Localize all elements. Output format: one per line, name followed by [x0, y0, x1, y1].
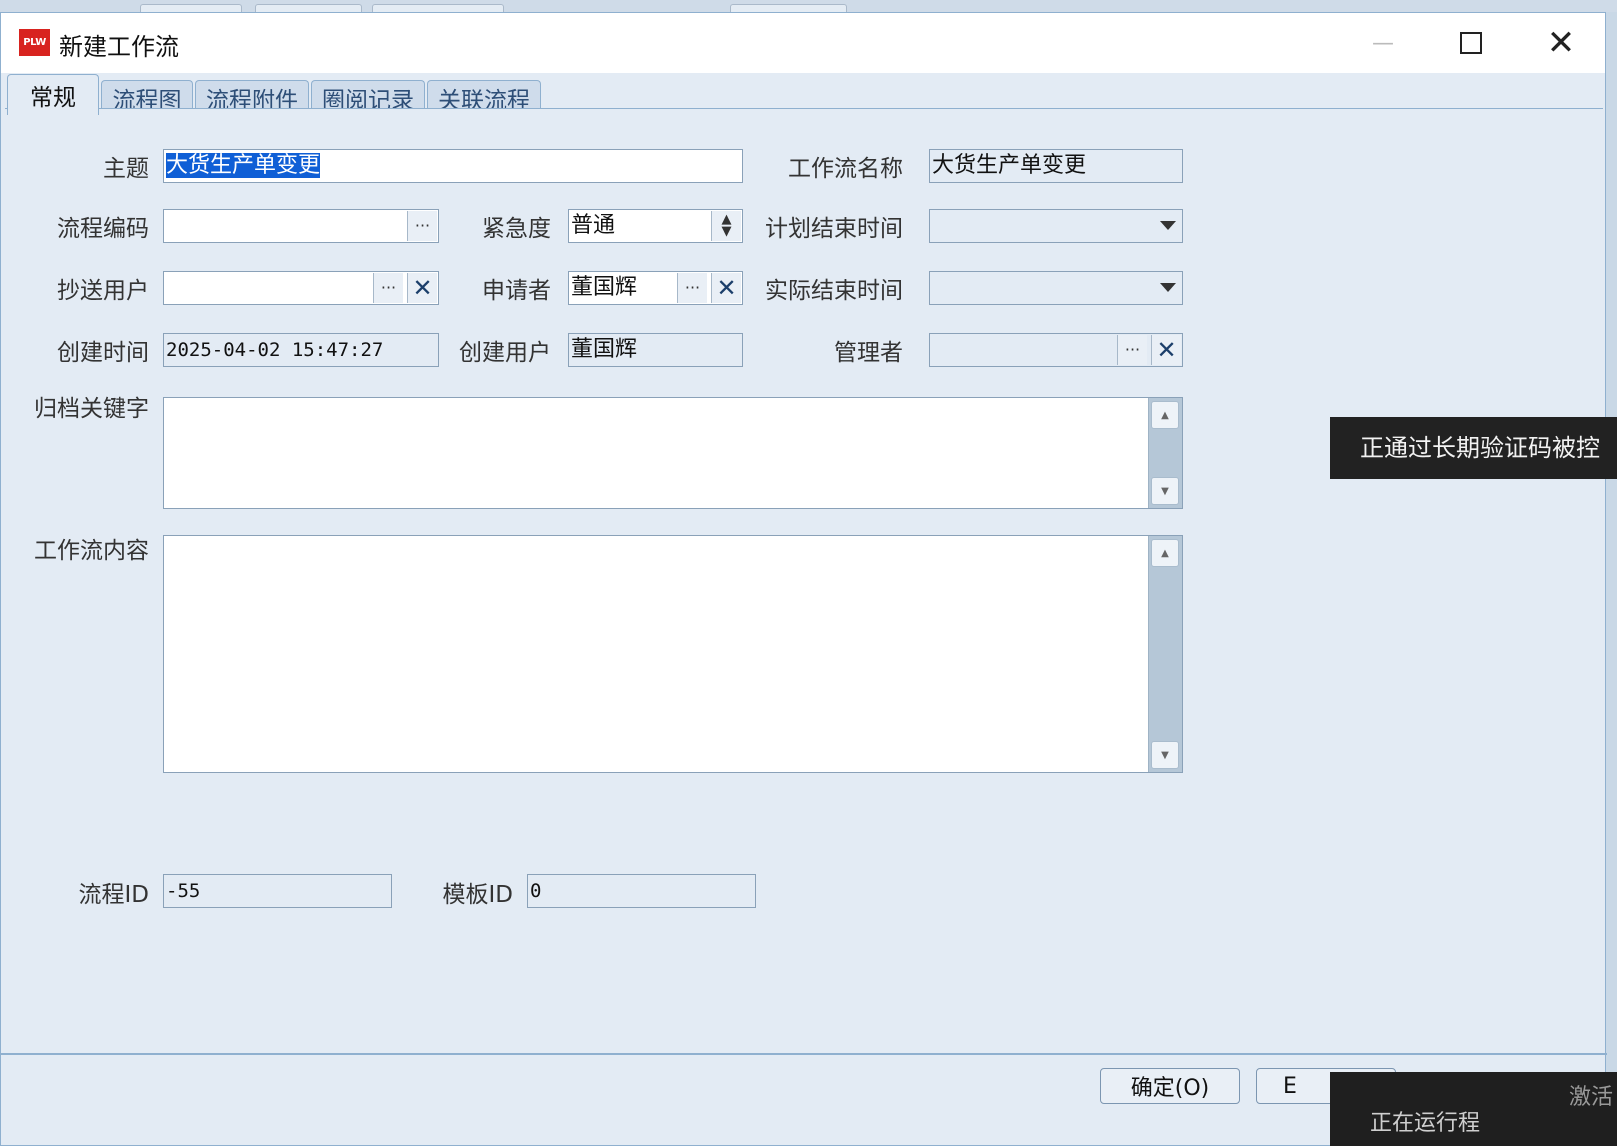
background-app-edge — [1606, 12, 1617, 1146]
ok-button[interactable]: 确定(O) — [1100, 1068, 1240, 1104]
manager-clear-button[interactable]: ✕ — [1151, 335, 1181, 365]
subject-value: 大货生产单变更 — [166, 153, 321, 178]
scroll-down-icon[interactable]: ▼ — [1151, 477, 1179, 505]
minimize-icon: — — [1372, 30, 1394, 56]
planned-end-dropdown[interactable] — [929, 209, 1183, 243]
maximize-icon — [1460, 32, 1482, 54]
template-id-label: 模板ID — [442, 882, 514, 908]
notification-text: 正在运行程 — [1370, 1111, 1481, 1136]
actual-end-dropdown[interactable] — [929, 271, 1183, 305]
process-code-input[interactable]: ··· — [163, 209, 439, 243]
applicant-browse-button[interactable]: ··· — [677, 273, 707, 303]
manager-browse-button[interactable]: ··· — [1117, 335, 1147, 365]
urgency-label: 紧急度 — [482, 216, 551, 242]
manager-label: 管理者 — [834, 340, 903, 366]
cc-users-label: 抄送用户 — [57, 278, 149, 304]
archive-keywords-textarea[interactable]: ▲ ▼ — [163, 397, 1183, 509]
subject-input[interactable]: 大货生产单变更 — [163, 149, 743, 183]
close-button[interactable]: ✕ — [1531, 13, 1591, 73]
process-id-field: -55 — [163, 874, 392, 908]
scroll-up-icon[interactable]: ▲ — [1151, 539, 1179, 567]
applicant-input[interactable]: 董国辉 ··· ✕ — [568, 271, 743, 305]
minimize-button[interactable]: — — [1353, 13, 1413, 73]
title-bar[interactable]: PLW 新建工作流 — ✕ — [1, 13, 1605, 73]
content-textarea[interactable]: ▲ ▼ — [163, 535, 1183, 773]
applicant-label: 申请者 — [482, 278, 551, 304]
general-panel: 主题 大货生产单变更 工作流名称 大货生产单变更 流程编码 ··· 紧急度 普通… — [5, 109, 1603, 1085]
maximize-button[interactable] — [1441, 13, 1501, 73]
urgency-value: 普通 — [571, 213, 616, 238]
process-id-label: 流程ID — [78, 882, 150, 908]
created-user-label: 创建用户 — [459, 340, 551, 366]
workflow-name-label: 工作流名称 — [788, 156, 903, 182]
actual-end-label: 实际结束时间 — [765, 278, 903, 304]
cc-users-browse-button[interactable]: ··· — [373, 273, 403, 303]
notification-toast: 正通过长期验证码被控 — [1330, 417, 1617, 479]
cc-users-clear-button[interactable]: ✕ — [407, 273, 437, 303]
archive-keywords-scrollbar[interactable]: ▲ ▼ — [1148, 398, 1182, 508]
window-title: 新建工作流 — [59, 33, 179, 61]
scroll-up-icon[interactable]: ▲ — [1151, 401, 1179, 429]
system-notification: 激活 正在运行程 — [1330, 1072, 1617, 1146]
tab-general[interactable]: 常规 — [7, 74, 99, 115]
content-scrollbar[interactable]: ▲ ▼ — [1148, 536, 1182, 772]
new-workflow-dialog: PLW 新建工作流 — ✕ 常规 流程图 流程附件 圈阅记录 关联流程 主题 大… — [0, 12, 1607, 1146]
process-code-browse-button[interactable]: ··· — [407, 211, 437, 241]
created-time-field: 2025-04-02 15:47:27 — [163, 333, 439, 367]
applicant-value: 董国辉 — [571, 275, 638, 300]
applicant-clear-button[interactable]: ✕ — [711, 273, 741, 303]
app-logo-icon: PLW — [19, 29, 50, 56]
panel-divider — [1, 1053, 1607, 1055]
subject-label: 主题 — [103, 156, 149, 182]
archive-keywords-label: 归档关键字 — [34, 396, 149, 422]
process-code-label: 流程编码 — [57, 216, 149, 242]
notification-faint-text: 激活 — [1568, 1085, 1613, 1110]
workflow-name-field: 大货生产单变更 — [929, 149, 1183, 183]
chevron-down-icon[interactable] — [1160, 283, 1176, 292]
chevron-down-icon[interactable] — [1160, 221, 1176, 230]
created-user-field: 董国辉 — [568, 333, 743, 367]
created-time-label: 创建时间 — [57, 340, 149, 366]
urgency-spinner[interactable]: 普通 ▲ ▼ — [568, 209, 743, 243]
close-icon: ✕ — [1546, 23, 1576, 63]
cc-users-input[interactable]: ··· ✕ — [163, 271, 439, 305]
planned-end-label: 计划结束时间 — [765, 216, 903, 242]
manager-input[interactable]: ··· ✕ — [929, 333, 1183, 367]
template-id-field: 0 — [527, 874, 756, 908]
scroll-down-icon[interactable]: ▼ — [1151, 741, 1179, 769]
urgency-spin-icon[interactable]: ▲ ▼ — [711, 211, 741, 241]
content-label: 工作流内容 — [34, 538, 149, 564]
